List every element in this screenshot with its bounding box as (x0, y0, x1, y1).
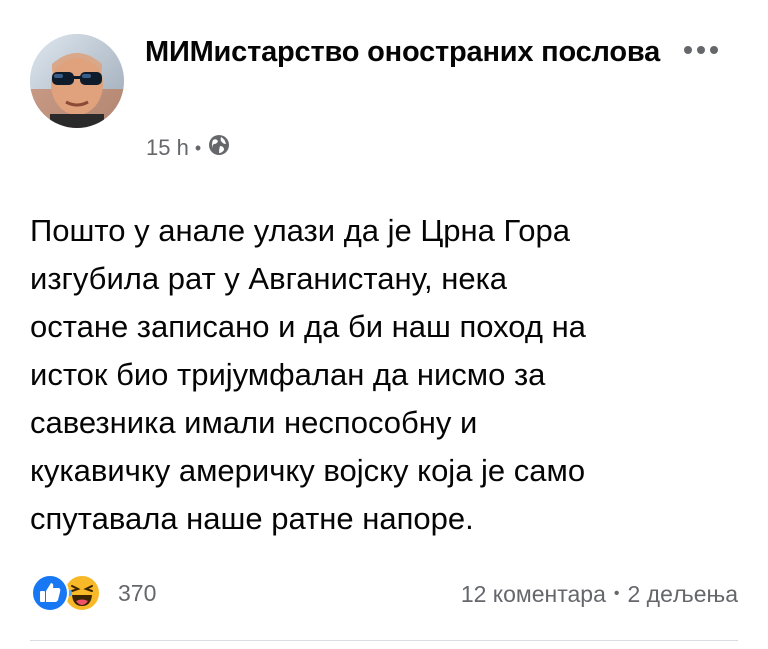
facebook-post: МИМистарство оностраних послова 15 h • П… (0, 0, 768, 649)
globe-icon[interactable] (207, 133, 231, 163)
engagement-counts: 12 коментара • 2 дељења (461, 578, 738, 610)
comments-count-link[interactable]: 12 коментара (461, 581, 606, 608)
post-divider (30, 640, 738, 641)
shares-count-link[interactable]: 2 дељења (627, 581, 738, 608)
reaction-icons (30, 573, 108, 613)
more-options-button[interactable] (676, 40, 726, 60)
avatar-photo (30, 34, 124, 128)
author-name[interactable]: МИМистарство оностраних послова (145, 33, 665, 71)
reaction-summary[interactable]: 370 (30, 573, 157, 613)
post-timestamp[interactable]: 15 h (146, 135, 189, 161)
count-separator: • (613, 585, 620, 602)
post-body: Пошто у анале улази да је Црна Гора изгу… (30, 213, 586, 536)
more-horizontal-icon (684, 46, 718, 54)
like-icon (31, 574, 69, 612)
author-avatar[interactable] (30, 34, 124, 128)
reaction-count: 370 (118, 579, 157, 606)
post-meta: 15 h • (146, 133, 231, 163)
meta-separator: • (194, 137, 202, 158)
